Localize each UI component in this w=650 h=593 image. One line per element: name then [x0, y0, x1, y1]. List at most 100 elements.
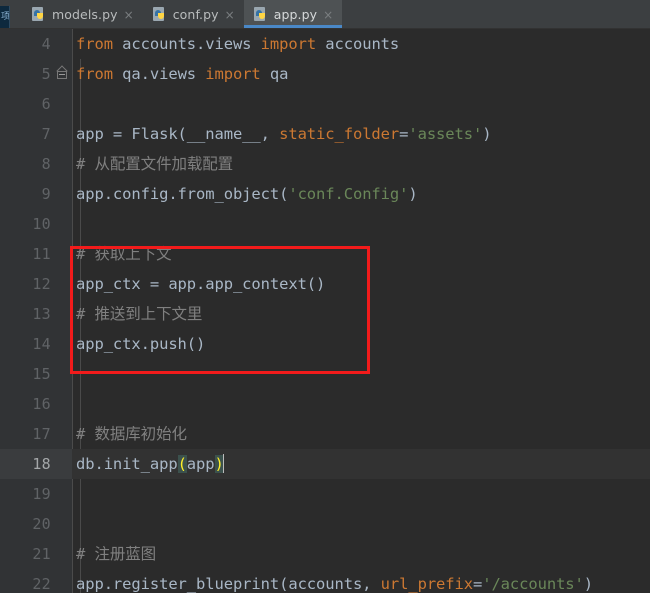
fold-column[interactable] — [56, 569, 67, 593]
editor-tab-app-py[interactable]: app.py × — [243, 0, 343, 28]
code-token: '/accounts' — [482, 575, 584, 593]
code-text[interactable]: from accounts.views import accounts — [67, 29, 399, 59]
code-line[interactable]: 22 app.register_blueprint(accounts, url_p… — [0, 569, 650, 593]
close-icon[interactable]: × — [323, 8, 333, 21]
code-token: 'assets' — [408, 125, 483, 143]
code-line[interactable]: 16 — [0, 389, 650, 419]
line-number[interactable]: 11 — [0, 245, 56, 263]
code-text[interactable]: # 推送到上下文里 — [67, 299, 202, 329]
line-number[interactable]: 13 — [0, 305, 56, 323]
code-line[interactable]: 14 app_ctx.push() — [0, 329, 650, 359]
code-token: static_folder — [279, 125, 400, 143]
fold-column[interactable] — [56, 149, 67, 179]
code-token: accounts.views — [122, 35, 261, 53]
code-token: ) — [482, 125, 492, 143]
fold-column[interactable] — [56, 89, 67, 119]
code-token: from — [76, 65, 123, 83]
tab-list: models.py × conf.py × app.py × — [22, 0, 343, 28]
code-token: app_ctx.push() — [76, 335, 206, 353]
code-line[interactable]: 11 # 获取上下文 — [0, 239, 650, 269]
fold-column[interactable] — [56, 389, 67, 419]
code-line[interactable]: 19 — [0, 479, 650, 509]
editor-tab-models-py[interactable]: models.py × — [22, 0, 143, 28]
line-number[interactable]: 20 — [0, 515, 56, 533]
editor-tab-label: models.py — [52, 6, 118, 22]
code-line[interactable]: 13 # 推送到上下文里 — [0, 299, 650, 329]
code-token: qa.views — [122, 65, 206, 83]
code-text[interactable]: app_ctx.push() — [67, 329, 205, 359]
fold-column[interactable] — [56, 209, 67, 239]
close-icon[interactable]: × — [124, 8, 134, 21]
line-number[interactable]: 12 — [0, 275, 56, 293]
code-line[interactable]: 9 app.config.from_object('conf.Config') — [0, 179, 650, 209]
code-token: # — [76, 545, 95, 563]
fold-column[interactable] — [56, 119, 67, 149]
code-line[interactable]: 18 db.init_app(app) — [0, 449, 650, 479]
fold-column[interactable] — [56, 29, 67, 59]
line-number[interactable]: 8 — [0, 155, 56, 173]
close-icon[interactable]: × — [225, 8, 235, 21]
code-line[interactable]: 21 # 注册蓝图 — [0, 539, 650, 569]
line-number[interactable]: 6 — [0, 95, 56, 113]
fold-column[interactable] — [56, 539, 67, 569]
fold-column[interactable] — [56, 299, 67, 329]
line-number[interactable]: 15 — [0, 365, 56, 383]
line-number[interactable]: 17 — [0, 425, 56, 443]
fold-column[interactable] — [56, 449, 67, 479]
fold-column[interactable] — [56, 329, 67, 359]
code-token: # — [76, 425, 95, 443]
code-line[interactable]: 7 app = Flask(__name__, static_folder='as… — [0, 119, 650, 149]
code-text[interactable]: app.register_blueprint(accounts, url_pre… — [67, 569, 593, 593]
editor-tab-conf-py[interactable]: conf.py × — [143, 0, 244, 28]
code-text[interactable]: app = Flask(__name__, static_folder='ass… — [67, 119, 492, 149]
code-token: = — [399, 125, 409, 143]
code-token: 从配置文件加载配置 — [94, 155, 234, 173]
line-number[interactable]: 9 — [0, 185, 56, 203]
code-token: = — [472, 575, 483, 593]
line-number[interactable]: 5 — [0, 65, 56, 83]
fold-column[interactable] — [56, 239, 67, 269]
code-lines: 4 from accounts.views import accounts 5 fro… — [0, 29, 650, 593]
line-number[interactable]: 22 — [0, 575, 56, 593]
line-number[interactable]: 10 — [0, 215, 56, 233]
fold-column[interactable] — [56, 269, 67, 299]
code-text[interactable]: app_ctx = app.app_context() — [67, 269, 325, 299]
code-line[interactable]: 4 from accounts.views import accounts — [0, 29, 650, 59]
line-number[interactable]: 19 — [0, 485, 56, 503]
code-line[interactable]: 20 — [0, 509, 650, 539]
fold-column[interactable] — [56, 59, 68, 89]
code-token: app.config.from_object( — [76, 185, 289, 203]
line-number[interactable]: 21 — [0, 545, 56, 563]
code-line[interactable]: 17 # 数据库初始化 — [0, 419, 650, 449]
code-editor[interactable]: 4 from accounts.views import accounts 5 fro… — [0, 29, 650, 593]
code-token: 'conf.Config' — [288, 185, 409, 203]
tool-window-stub[interactable]: 项 — [0, 6, 10, 28]
code-token: qa — [269, 65, 289, 83]
code-text[interactable]: # 从配置文件加载配置 — [67, 149, 233, 179]
code-line[interactable]: 8 # 从配置文件加载配置 — [0, 149, 650, 179]
fold-column[interactable] — [56, 509, 67, 539]
fold-column[interactable] — [56, 419, 67, 449]
line-number[interactable]: 16 — [0, 395, 56, 413]
code-line[interactable]: 10 — [0, 209, 650, 239]
code-text[interactable]: # 获取上下文 — [67, 239, 172, 269]
code-line[interactable]: 15 — [0, 359, 650, 389]
code-token: db.init_app — [76, 455, 178, 473]
editor-tab-bar: 项 models.py × conf.py × app.py × — [0, 0, 650, 29]
line-number[interactable]: 7 — [0, 125, 56, 143]
fold-column[interactable] — [56, 359, 67, 389]
python-file-icon — [253, 7, 268, 21]
code-text[interactable]: from qa.views import qa — [67, 59, 288, 89]
line-number[interactable]: 18 — [0, 455, 56, 473]
fold-column[interactable] — [56, 179, 67, 209]
code-text[interactable]: # 数据库初始化 — [67, 419, 187, 449]
line-number[interactable]: 4 — [0, 35, 56, 53]
code-line[interactable]: 12 app_ctx = app.app_context() — [0, 269, 650, 299]
code-line[interactable]: 5 from qa.views import qa — [0, 59, 650, 89]
line-number[interactable]: 14 — [0, 335, 56, 353]
code-text[interactable]: # 注册蓝图 — [67, 539, 156, 569]
fold-column[interactable] — [56, 479, 67, 509]
code-text[interactable]: app.config.from_object('conf.Config') — [67, 179, 418, 209]
code-text[interactable]: db.init_app(app) — [67, 449, 224, 479]
code-line[interactable]: 6 — [0, 89, 650, 119]
